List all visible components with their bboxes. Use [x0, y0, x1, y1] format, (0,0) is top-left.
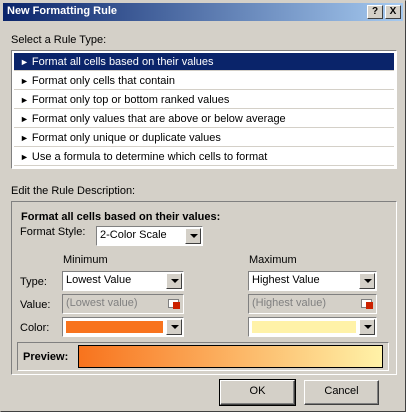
rule-type-item[interactable]: ► Format only top or bottom ranked values — [14, 91, 394, 109]
rule-description-panel: Format all cells based on their values: … — [11, 201, 397, 375]
description-heading: Format all cells based on their values: — [21, 211, 221, 223]
close-icon: X — [389, 6, 397, 17]
chevron-down-icon[interactable] — [359, 273, 375, 289]
triangle-right-icon: ► — [20, 133, 29, 143]
rule-type-item[interactable]: ► Use a formula to determine which cells … — [14, 148, 394, 166]
dialog-title: New Formatting Rule — [7, 5, 118, 17]
title-bar: New Formatting Rule ? X — [3, 3, 403, 21]
minimum-value-field[interactable]: (Lowest value) — [62, 294, 184, 314]
ok-button[interactable]: OK — [219, 379, 296, 406]
rule-type-item[interactable]: ► Format only values that are above or be… — [14, 110, 394, 128]
minimum-header: Minimum — [63, 254, 108, 266]
rule-type-item[interactable]: ► Format only unique or duplicate values — [14, 129, 394, 147]
value-label: Value: — [20, 299, 51, 311]
triangle-right-icon: ► — [20, 152, 29, 162]
rule-description-label: Edit the Rule Description: — [11, 185, 136, 197]
triangle-right-icon: ► — [20, 57, 29, 67]
chevron-down-icon[interactable] — [359, 319, 375, 335]
type-label: Type: — [20, 276, 47, 288]
chevron-down-icon[interactable] — [185, 228, 201, 244]
cell-reference-icon[interactable] — [359, 296, 375, 312]
cell-reference-icon[interactable] — [166, 296, 182, 312]
rule-type-list[interactable]: ► Format all cells based on their values … — [11, 50, 397, 169]
format-style-label: Format Style: — [20, 226, 86, 238]
cancel-button[interactable]: Cancel — [304, 380, 379, 405]
maximum-header: Maximum — [249, 254, 297, 266]
minimum-type-dropdown[interactable]: Lowest Value — [62, 271, 184, 291]
chevron-down-icon[interactable] — [166, 319, 182, 335]
help-button[interactable]: ? — [367, 5, 383, 19]
triangle-right-icon: ► — [20, 114, 29, 124]
triangle-right-icon: ► — [20, 76, 29, 86]
minimum-color-picker[interactable] — [62, 317, 184, 337]
preview-gradient — [78, 345, 383, 368]
rule-type-item[interactable]: ► Format all cells based on their values — [14, 53, 394, 71]
close-button[interactable]: X — [385, 5, 401, 19]
minimum-color-swatch — [66, 321, 163, 333]
format-style-dropdown[interactable]: 2-Color Scale — [96, 226, 203, 246]
chevron-down-icon[interactable] — [166, 273, 182, 289]
rule-type-item[interactable]: ► Format only cells that contain — [14, 72, 394, 90]
new-formatting-rule-dialog: New Formatting Rule ? X Select a Rule Ty… — [0, 0, 406, 412]
preview-area: Preview: — [17, 342, 389, 371]
preview-label: Preview: — [23, 351, 69, 363]
rule-type-label: Select a Rule Type: — [11, 34, 107, 46]
maximum-color-swatch — [252, 321, 356, 333]
maximum-value-field[interactable]: (Highest value) — [248, 294, 377, 314]
color-label: Color: — [20, 322, 50, 334]
triangle-right-icon: ► — [20, 95, 29, 105]
help-icon: ? — [371, 6, 379, 17]
maximum-type-dropdown[interactable]: Highest Value — [248, 271, 377, 291]
maximum-color-picker[interactable] — [248, 317, 377, 337]
